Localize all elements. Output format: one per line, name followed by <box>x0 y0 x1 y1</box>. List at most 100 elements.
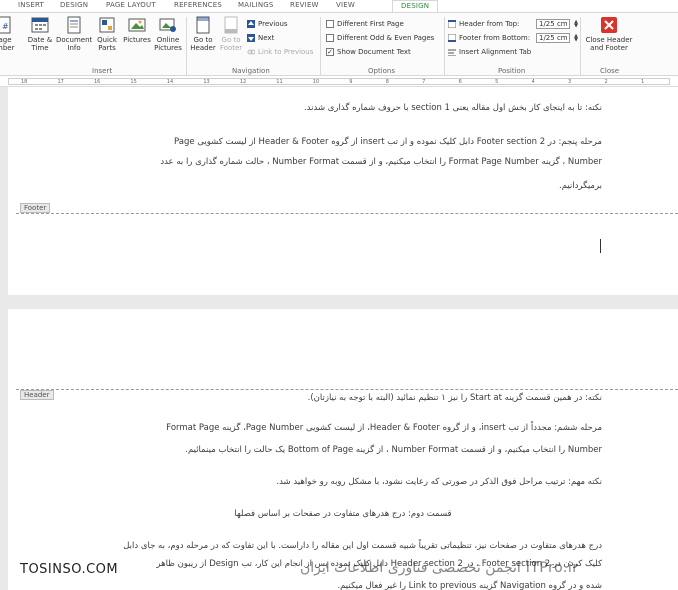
page2-line-6: درج هدرهای متفاوت در صفحات نیز، تنظیماتی… <box>123 541 602 551</box>
itpro-watermark: ITPro.ir انجمن تخصصی فناوری اطلاعات ایرا… <box>300 560 579 576</box>
quick-parts-button[interactable]: Quick Parts <box>94 16 120 52</box>
different-first-page-checkbox[interactable]: Different First Page <box>326 19 404 29</box>
different-first-page-label: Different First Page <box>337 20 404 28</box>
position-group-label: Position <box>498 67 526 75</box>
page2-section-heading: قسمت دوم: درج هدرهای متفاوت در صفحات بر … <box>234 509 452 519</box>
tab-references[interactable]: REFERENCES <box>174 1 222 9</box>
ruler-tick-label: 14 <box>166 79 174 85</box>
close-header-footer-label: Close Header and Footer <box>585 36 633 52</box>
tab-design-main[interactable]: DESIGN <box>60 1 88 9</box>
link-icon <box>247 49 255 55</box>
date-time-button[interactable]: Date & Time <box>26 16 54 52</box>
ruler-tick-label: 16 <box>93 79 101 85</box>
page2-line-4: نکته مهم: ترتیب مراحل فوق الذکر در صورتی… <box>276 477 602 487</box>
ruler-tick-label: 18 <box>21 79 28 85</box>
header-top-icon <box>448 20 456 28</box>
document-info-button[interactable]: Document Info <box>56 16 92 52</box>
document-canvas: نکته: تا به اینجای کار بخش اول مقاله یعن… <box>0 87 678 590</box>
page1-line-1: نکته: تا به اینجای کار بخش اول مقاله یعن… <box>303 103 602 113</box>
tab-insert[interactable]: INSERT <box>18 1 44 9</box>
ruler-tick-label: 4 <box>531 79 535 85</box>
previous-label: Previous <box>258 20 288 28</box>
tab-review[interactable]: REVIEW <box>290 1 319 9</box>
ruler-tick-label: 13 <box>203 79 210 85</box>
close-icon <box>600 16 618 34</box>
page-number-label: age mber <box>0 36 15 52</box>
tab-page-layout[interactable]: PAGE LAYOUT <box>106 1 156 9</box>
close-header-footer-button[interactable]: Close Header and Footer <box>584 16 634 52</box>
footer-from-bottom-label: Footer from Bottom: <box>459 34 531 42</box>
document-info-icon <box>65 16 83 34</box>
go-to-header-icon <box>194 16 212 34</box>
page2-line-8: شده و در گروه Navigation گزینه Link to p… <box>337 581 602 590</box>
navigation-group-label: Navigation <box>232 67 270 75</box>
document-info-label: Document Info <box>56 36 93 52</box>
quick-parts-icon <box>98 16 116 34</box>
horizontal-ruler[interactable]: 18 17 16 15 14 13 12 11 10 9 8 7 6 5 4 3 2 1 <box>0 76 678 87</box>
tab-design-header-footer[interactable]: DESIGN <box>392 0 439 12</box>
page2-line-2: مرحله ششم: مجدداً از تب insert، و از گرو… <box>166 423 602 433</box>
ruler-tick-label: 11 <box>276 79 283 85</box>
checkbox-unchecked[interactable] <box>326 34 334 42</box>
online-pictures-label: Online Pictures <box>154 36 182 52</box>
go-to-footer-icon <box>222 16 240 34</box>
different-odd-even-checkbox[interactable]: Different Odd & Even Pages <box>326 33 434 43</box>
options-group-label: Options <box>368 67 396 75</box>
svg-text:#: # <box>2 22 9 31</box>
next-label: Next <box>258 34 275 42</box>
online-picture-icon <box>159 16 177 34</box>
ruler-tick-label: 5 <box>495 79 499 85</box>
ruler-tick-label: 15 <box>130 79 137 85</box>
pictures-label: Pictures <box>123 36 151 44</box>
spinner-arrows-icon[interactable]: ▲ ▼ <box>573 20 579 29</box>
spinner-arrows-icon[interactable]: ▲ ▼ <box>573 34 579 43</box>
ruler-tick-label: 1 <box>641 79 645 85</box>
ruler-tick-label: 17 <box>57 79 64 85</box>
show-document-text-checkbox[interactable]: ✓ Show Document Text <box>326 47 411 57</box>
group-separator <box>186 17 187 75</box>
tab-mailings[interactable]: MAILINGS <box>238 1 274 9</box>
page-2[interactable]: Header نکته: در همین قسمت گزینه Start at… <box>8 309 678 590</box>
ruler-tick-label: 6 <box>458 79 462 85</box>
ruler-tick-label: 7 <box>422 79 426 85</box>
tab-view[interactable]: VIEW <box>336 1 355 9</box>
picture-icon <box>128 16 146 34</box>
go-to-footer-label: Go to Footer <box>219 36 243 52</box>
different-odd-even-label: Different Odd & Even Pages <box>337 34 435 42</box>
ribbon: # age mber Date & Time Document Info Qui… <box>0 12 678 76</box>
close-group-label: Close <box>600 67 620 75</box>
footer-tag: Footer <box>20 203 51 213</box>
header-from-top-input[interactable]: 1/25 cm <box>536 19 570 29</box>
go-to-footer-button[interactable]: Go to Footer <box>217 16 245 52</box>
page1-line-2: مرحله پنجم: در Footer section 2 دابل کلی… <box>174 137 602 147</box>
header-from-top-row: Header from Top: 1/25 cm ▲ ▼ <box>448 19 579 29</box>
previous-icon <box>247 20 255 28</box>
footer-from-bottom-row: Footer from Bottom: 1/25 cm ▲ ▼ <box>448 33 579 43</box>
ruler-tick-label: 9 <box>349 79 353 85</box>
insert-alignment-tab-label: Insert Alignment Tab <box>459 48 532 56</box>
previous-button[interactable]: Previous <box>247 19 288 29</box>
next-icon <box>247 34 255 42</box>
footer-divider <box>16 213 678 214</box>
checkbox-unchecked[interactable] <box>326 20 334 28</box>
ruler-track: 18 17 16 15 14 13 12 11 10 9 8 7 6 5 4 3 2 1 <box>8 78 670 85</box>
go-to-header-label: Go to Header <box>190 36 216 52</box>
insert-alignment-tab-button[interactable]: Insert Alignment Tab <box>448 47 531 57</box>
go-to-header-button[interactable]: Go to Header <box>189 16 217 52</box>
page-number-button[interactable]: # age mber <box>0 16 14 52</box>
ruler-tick-label: 12 <box>239 79 247 85</box>
ruler-tick-label: 10 <box>312 79 320 85</box>
checkbox-checked[interactable]: ✓ <box>326 48 334 56</box>
ribbon-tab-bar: INSERT DESIGN PAGE LAYOUT REFERENCES MAI… <box>0 0 678 12</box>
group-separator <box>580 17 581 75</box>
ruler-tick-label: 8 <box>385 79 389 85</box>
next-button[interactable]: Next <box>247 33 274 43</box>
page-1[interactable]: نکته: تا به اینجای کار بخش اول مقاله یعن… <box>8 87 678 295</box>
page1-line-3: Number ، گزینه Format Page Number را انت… <box>160 157 602 167</box>
ruler-tick-label: 2 <box>604 79 608 85</box>
pictures-button[interactable]: Pictures <box>122 16 152 44</box>
link-to-previous-button[interactable]: Link to Previous <box>247 47 313 57</box>
link-to-previous-label: Link to Previous <box>258 48 314 56</box>
footer-from-bottom-input[interactable]: 1/25 cm <box>536 33 570 43</box>
online-pictures-button[interactable]: Online Pictures <box>154 16 182 52</box>
